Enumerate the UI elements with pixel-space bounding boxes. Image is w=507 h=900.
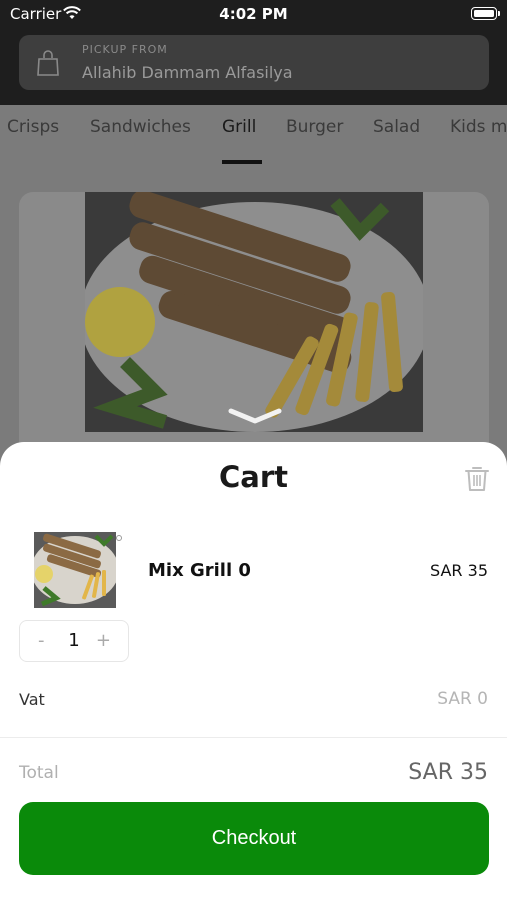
active-tab-indicator — [222, 160, 262, 164]
quantity-stepper: - 1 + — [19, 620, 129, 662]
tab-kids-menu[interactable]: Kids m — [450, 117, 507, 137]
product-image — [85, 192, 423, 432]
tab-grill[interactable]: Grill — [222, 117, 256, 137]
shopping-bag-icon — [37, 49, 59, 80]
total-label: Total — [19, 763, 59, 783]
trash-icon[interactable] — [465, 465, 489, 496]
vat-value: SAR 0 — [437, 689, 488, 709]
tab-salad[interactable]: Salad — [373, 117, 420, 137]
chevron-down-icon[interactable] — [225, 406, 285, 430]
tab-burger[interactable]: Burger — [286, 117, 343, 137]
category-tabs: Crisps Sandwiches Grill Burger Salad Kid… — [0, 105, 507, 165]
cart-sheet: Cart Mix Grill 0 SAR 35 - 1 + Vat SAR 0 … — [0, 442, 507, 900]
badge-dot — [116, 535, 122, 541]
pickup-label: PICKUP FROM — [82, 43, 168, 56]
divider — [0, 737, 507, 738]
pickup-location: Allahib Dammam Alfasilya — [82, 63, 293, 82]
total-value: SAR 35 — [408, 760, 488, 785]
cart-item-price: SAR 35 — [430, 561, 488, 580]
clock: 4:02 PM — [219, 5, 288, 23]
tab-sandwiches[interactable]: Sandwiches — [90, 117, 191, 137]
pickup-location-selector[interactable]: PICKUP FROM Allahib Dammam Alfasilya — [19, 35, 489, 90]
cart-title: Cart — [218, 460, 289, 494]
increase-quantity-button[interactable]: + — [96, 630, 111, 651]
battery-icon — [471, 7, 500, 20]
checkout-button[interactable]: Checkout — [19, 802, 489, 875]
top-header: Carrier 4:02 PM PICKUP FROM Allahib Damm… — [0, 0, 507, 105]
status-bar: Carrier 4:02 PM — [0, 0, 507, 28]
cart-item-thumbnail — [34, 532, 116, 608]
quantity-value: 1 — [68, 630, 80, 651]
cart-item-name: Mix Grill 0 — [148, 560, 251, 581]
tab-crisps[interactable]: Crisps — [7, 117, 59, 137]
vat-label: Vat — [19, 690, 45, 709]
